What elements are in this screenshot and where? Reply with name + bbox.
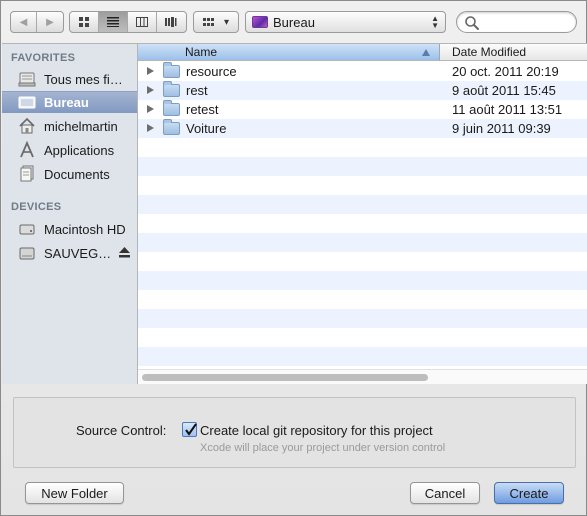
sidebar-item-sauvegarde[interactable]: SAUVEG… (2, 242, 137, 264)
empty-row (138, 176, 587, 195)
icon-view-icon (78, 17, 89, 27)
empty-row (138, 290, 587, 309)
sidebar-item-label: SAUVEG… (44, 245, 112, 261)
table-row[interactable]: rest 9 août 2011 15:45 (138, 81, 587, 100)
sidebar-item-documents[interactable]: Documents (2, 163, 137, 185)
file-date: 9 août 2011 15:45 (452, 83, 556, 98)
sidebar: FAVORITES Tous mes fi… Bureau michelmart (2, 43, 138, 384)
folder-icon (163, 119, 180, 135)
disclosure-triangle-icon[interactable] (147, 67, 154, 75)
coverflow-view-icon (164, 17, 177, 27)
table-row[interactable]: Voiture 9 juin 2011 09:39 (138, 119, 587, 138)
list-view-icon (107, 17, 119, 27)
sidebar-item-all-files[interactable]: Tous mes fi… (2, 68, 137, 90)
table-row[interactable]: resource 20 oct. 2011 20:19 (138, 62, 587, 81)
column-header-name-label: Name (185, 45, 218, 59)
horizontal-scrollbar[interactable] (138, 369, 587, 384)
forward-button[interactable]: ▶ (37, 12, 63, 32)
sidebar-item-label: Bureau (44, 95, 89, 110)
search-field[interactable] (456, 11, 577, 33)
file-list: Name Date Modified resource 20 oct. 2011… (138, 43, 587, 384)
back-button[interactable]: ◀ (11, 12, 38, 32)
file-name: rest (186, 83, 208, 98)
empty-row (138, 252, 587, 271)
sidebar-item-home[interactable]: michelmartin (2, 115, 137, 137)
coverflow-view-button[interactable] (157, 12, 186, 32)
desktop-folder-icon (252, 16, 268, 28)
desktop-icon (18, 96, 36, 108)
applications-icon (20, 141, 34, 158)
column-header-date-modified[interactable]: Date Modified (440, 44, 587, 61)
home-icon (19, 117, 35, 134)
toolbar: ◀ ▶ ▾ Bureau ▲ ▼ (1, 1, 586, 43)
table-row[interactable]: retest 11 août 2011 13:51 (138, 100, 587, 119)
source-control-label: Source Control: (76, 423, 167, 438)
column-header-name[interactable]: Name (138, 44, 440, 61)
checkmark-icon (185, 423, 197, 436)
empty-row (138, 214, 587, 233)
sidebar-item-label: Documents (44, 166, 110, 182)
sidebar-item-label: michelmartin (44, 118, 118, 134)
chevron-down-icon: ▾ (223, 16, 229, 28)
external-drive-icon (19, 247, 35, 260)
hard-drive-icon (19, 224, 35, 235)
sidebar-item-label: Macintosh HD (44, 221, 126, 237)
empty-row (138, 328, 587, 347)
cancel-button[interactable]: Cancel (410, 482, 480, 504)
file-name: resource (186, 64, 237, 79)
source-control-panel: Source Control: Create local git reposit… (13, 397, 576, 468)
documents-icon (20, 165, 34, 182)
git-repository-checkbox-label[interactable]: Create local git repository for this pro… (200, 423, 433, 438)
empty-row (138, 271, 587, 290)
file-name: Voiture (186, 121, 227, 136)
new-folder-button[interactable]: New Folder (25, 482, 124, 504)
scrollbar-thumb[interactable] (142, 374, 428, 381)
folder-icon (163, 62, 180, 78)
column-view-icon (136, 17, 148, 27)
devices-header: DEVICES (11, 201, 62, 213)
file-date: 11 août 2011 13:51 (452, 102, 563, 117)
empty-row (138, 309, 587, 328)
sidebar-item-applications[interactable]: Applications (2, 139, 137, 161)
empty-row (138, 138, 587, 157)
eject-icon[interactable] (119, 247, 130, 258)
folder-icon (163, 81, 180, 97)
all-files-icon (18, 72, 36, 87)
create-button[interactable]: Create (494, 482, 564, 504)
grid-arrange-icon (202, 17, 214, 26)
version-control-hint: Xcode will place your project under vers… (200, 442, 446, 454)
git-repository-checkbox[interactable] (182, 422, 197, 437)
sidebar-item-label: Tous mes fi… (44, 71, 123, 87)
arrange-menu-button[interactable]: ▾ (193, 11, 239, 33)
empty-row (138, 157, 587, 176)
file-date: 20 oct. 2011 20:19 (452, 64, 559, 79)
folder-icon (163, 100, 180, 116)
icon-view-button[interactable] (70, 12, 99, 32)
sidebar-item-label: Applications (44, 142, 115, 158)
search-icon (465, 16, 479, 30)
empty-row (138, 195, 587, 214)
save-dialog: ◀ ▶ ▾ Bureau ▲ ▼ FAVORITES Tous mes fi… … (0, 0, 587, 516)
location-popup[interactable]: Bureau ▲ ▼ (245, 11, 446, 33)
file-name: retest (186, 102, 219, 117)
disclosure-triangle-icon[interactable] (147, 124, 154, 132)
file-date: 9 juin 2011 09:39 (452, 121, 551, 136)
empty-row (138, 347, 587, 366)
column-header-date-label: Date Modified (452, 45, 527, 59)
file-rows: resource 20 oct. 2011 20:19 rest 9 août … (138, 62, 587, 366)
column-view-button[interactable] (128, 12, 157, 32)
disclosure-triangle-icon[interactable] (147, 105, 154, 113)
disclosure-triangle-icon[interactable] (147, 86, 154, 94)
list-view-button[interactable] (99, 12, 128, 32)
location-label: Bureau (273, 14, 315, 30)
view-mode-buttons (69, 11, 187, 33)
updown-arrows-icon: ▲ ▼ (431, 14, 439, 30)
empty-row (138, 233, 587, 252)
favorites-header: FAVORITES (11, 52, 76, 64)
sort-ascending-icon (422, 49, 430, 56)
sidebar-item-bureau[interactable]: Bureau (2, 91, 137, 113)
navigation-buttons: ◀ ▶ (10, 11, 64, 33)
sidebar-item-macintosh-hd[interactable]: Macintosh HD (2, 218, 137, 240)
